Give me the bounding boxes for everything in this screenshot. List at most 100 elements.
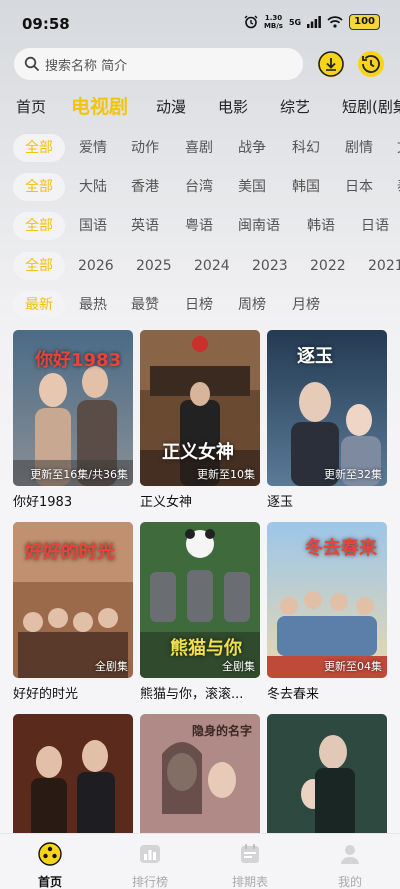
status-time: 09:58 bbox=[22, 15, 70, 33]
year-chip-all[interactable]: 全部 bbox=[13, 252, 65, 280]
search-icon bbox=[24, 56, 40, 72]
show-title: 逐玉 bbox=[267, 495, 294, 510]
download-icon bbox=[318, 51, 344, 77]
net-speed: 1.30 MB/s bbox=[263, 14, 283, 30]
episode-badge: 全剧集 bbox=[95, 660, 128, 673]
ranking-icon bbox=[140, 845, 160, 863]
year-chip[interactable]: 2022 bbox=[310, 252, 346, 280]
poster-title-text: 冬去春来 bbox=[305, 538, 377, 559]
poster-image: 冬去春来 更新至04集 bbox=[267, 522, 387, 678]
tab-tv-series[interactable]: 电视剧 bbox=[71, 92, 128, 118]
sort-chip[interactable]: 月榜 bbox=[292, 291, 320, 319]
episode-badge: 更新至16集/共36集 bbox=[30, 468, 128, 481]
region-filter-row: 全部 大陆 香港 台湾 美国 韩国 日本 泰 bbox=[0, 173, 400, 201]
battery-icon: 100 bbox=[349, 14, 380, 30]
nav-label: 首页 bbox=[37, 875, 62, 889]
nav-schedule[interactable]: 排期表 bbox=[210, 842, 290, 889]
show-title: 正义女神 bbox=[140, 495, 193, 510]
wifi-icon bbox=[327, 16, 343, 28]
home-film-icon bbox=[38, 842, 62, 866]
region-chip[interactable]: 韩国 bbox=[292, 173, 320, 201]
profile-icon bbox=[341, 845, 359, 864]
language-chip[interactable]: 国语 bbox=[79, 212, 107, 240]
region-chip[interactable]: 美国 bbox=[238, 173, 266, 201]
poster-title-text: 正义女神 bbox=[162, 442, 234, 463]
show-title: 你好1983 bbox=[13, 495, 73, 510]
region-chip[interactable]: 大陆 bbox=[79, 173, 107, 201]
year-chip[interactable]: 2024 bbox=[194, 252, 230, 280]
poster-image: 逐玉 更新至32集 bbox=[267, 330, 387, 486]
genre-chip[interactable]: 剧情 bbox=[345, 134, 373, 162]
tab-variety[interactable]: 综艺 bbox=[280, 96, 310, 117]
show-title: 冬去春来 bbox=[267, 687, 320, 702]
history-button[interactable] bbox=[358, 51, 384, 77]
region-chip-all[interactable]: 全部 bbox=[13, 173, 65, 201]
region-chip[interactable]: 香港 bbox=[131, 173, 159, 201]
nav-ranking[interactable]: 排行榜 bbox=[110, 842, 190, 889]
year-chip[interactable]: 2026 bbox=[78, 252, 114, 280]
nav-profile[interactable]: 我的 bbox=[310, 842, 390, 889]
genre-chip[interactable]: 爱情 bbox=[79, 134, 107, 162]
genre-chip[interactable]: 战争 bbox=[238, 134, 266, 162]
history-icon bbox=[362, 55, 380, 73]
poster-title-text: 逐玉 bbox=[297, 346, 333, 367]
nav-label: 排行榜 bbox=[131, 875, 168, 889]
language-chip[interactable]: 粤语 bbox=[185, 212, 213, 240]
language-filter-row: 全部 国语 英语 粤语 闽南语 韩语 日语 bbox=[0, 212, 400, 240]
language-chip[interactable]: 闽南语 bbox=[238, 212, 280, 240]
calendar-icon bbox=[241, 844, 259, 863]
language-chip[interactable]: 日语 bbox=[361, 212, 389, 240]
year-chip[interactable]: 2021 bbox=[368, 252, 400, 280]
genre-chip[interactable]: 科幻 bbox=[292, 134, 320, 162]
poster-title-text: 隐身的名字 bbox=[192, 724, 253, 738]
poster-title-text: 你好1983 bbox=[35, 350, 122, 371]
language-chip-all[interactable]: 全部 bbox=[13, 212, 65, 240]
genre-chip[interactable]: 动作 bbox=[131, 134, 159, 162]
tab-short-drama[interactable]: 短剧(剧集 bbox=[342, 96, 400, 117]
poster-image: 熊猫与你 全剧集 bbox=[140, 522, 260, 678]
tab-movie[interactable]: 电影 bbox=[218, 96, 248, 117]
poster-image: 正义女神 更新至10集 bbox=[140, 330, 260, 486]
bottom-nav: 首页 排行榜 排期表 我的 bbox=[0, 833, 400, 889]
genre-filter-row: 全部 爱情 动作 喜剧 战争 科幻 剧情 文 bbox=[0, 134, 400, 162]
main-category-tabs: 首页 电视剧 动漫 电影 综艺 短剧(剧集 bbox=[0, 92, 400, 118]
status-indicators: 1.30 MB/s 5G 100 bbox=[244, 14, 380, 30]
sort-chip[interactable]: 最赞 bbox=[131, 291, 159, 319]
search-row: 搜索名称 简介 bbox=[14, 48, 386, 80]
tab-home[interactable]: 首页 bbox=[16, 96, 46, 117]
nav-label: 排期表 bbox=[231, 875, 268, 889]
language-chip[interactable]: 英语 bbox=[131, 212, 159, 240]
download-button[interactable] bbox=[318, 51, 344, 77]
language-chip[interactable]: 韩语 bbox=[307, 212, 335, 240]
sort-chip[interactable]: 日榜 bbox=[185, 291, 213, 319]
signal-icon bbox=[307, 16, 322, 28]
nav-label: 我的 bbox=[337, 875, 362, 889]
status-bar: 09:58 1.30 MB/s 5G 100 bbox=[0, 0, 400, 46]
sort-chip-latest[interactable]: 最新 bbox=[13, 291, 65, 319]
search-input[interactable]: 搜索名称 简介 bbox=[14, 48, 303, 80]
episode-badge: 更新至04集 bbox=[324, 660, 382, 673]
genre-chip-all[interactable]: 全部 bbox=[13, 134, 65, 162]
genre-chip[interactable]: 喜剧 bbox=[185, 134, 213, 162]
sort-filter-row: 最新 最热 最赞 日榜 周榜 月榜 bbox=[0, 291, 400, 319]
poster-title-text: 好好的时光 bbox=[25, 542, 115, 563]
network-type: 5G bbox=[288, 17, 302, 27]
year-chip[interactable]: 2023 bbox=[252, 252, 288, 280]
show-title: 好好的时光 bbox=[13, 687, 79, 702]
poster-image: 你好1983 更新至16集/共36集 bbox=[13, 330, 133, 486]
show-title: 熊猫与你，滚滚... bbox=[140, 687, 244, 702]
sort-chip[interactable]: 最热 bbox=[79, 291, 107, 319]
poster-title-text: 熊猫与你 bbox=[170, 638, 242, 659]
sort-chip[interactable]: 周榜 bbox=[238, 291, 266, 319]
region-chip[interactable]: 日本 bbox=[345, 173, 373, 201]
year-chip[interactable]: 2025 bbox=[136, 252, 172, 280]
poster-image: 好好的时光 全剧集 bbox=[13, 522, 133, 678]
region-chip[interactable]: 台湾 bbox=[185, 173, 213, 201]
episode-badge: 更新至10集 bbox=[197, 468, 255, 481]
episode-badge: 更新至32集 bbox=[324, 468, 382, 481]
alarm-icon bbox=[244, 15, 258, 29]
year-filter-row: 全部 2026 2025 2024 2023 2022 2021 bbox=[0, 252, 400, 280]
nav-home[interactable]: 首页 bbox=[10, 842, 90, 889]
episode-badge: 全剧集 bbox=[222, 660, 255, 673]
tab-anime[interactable]: 动漫 bbox=[156, 96, 186, 117]
